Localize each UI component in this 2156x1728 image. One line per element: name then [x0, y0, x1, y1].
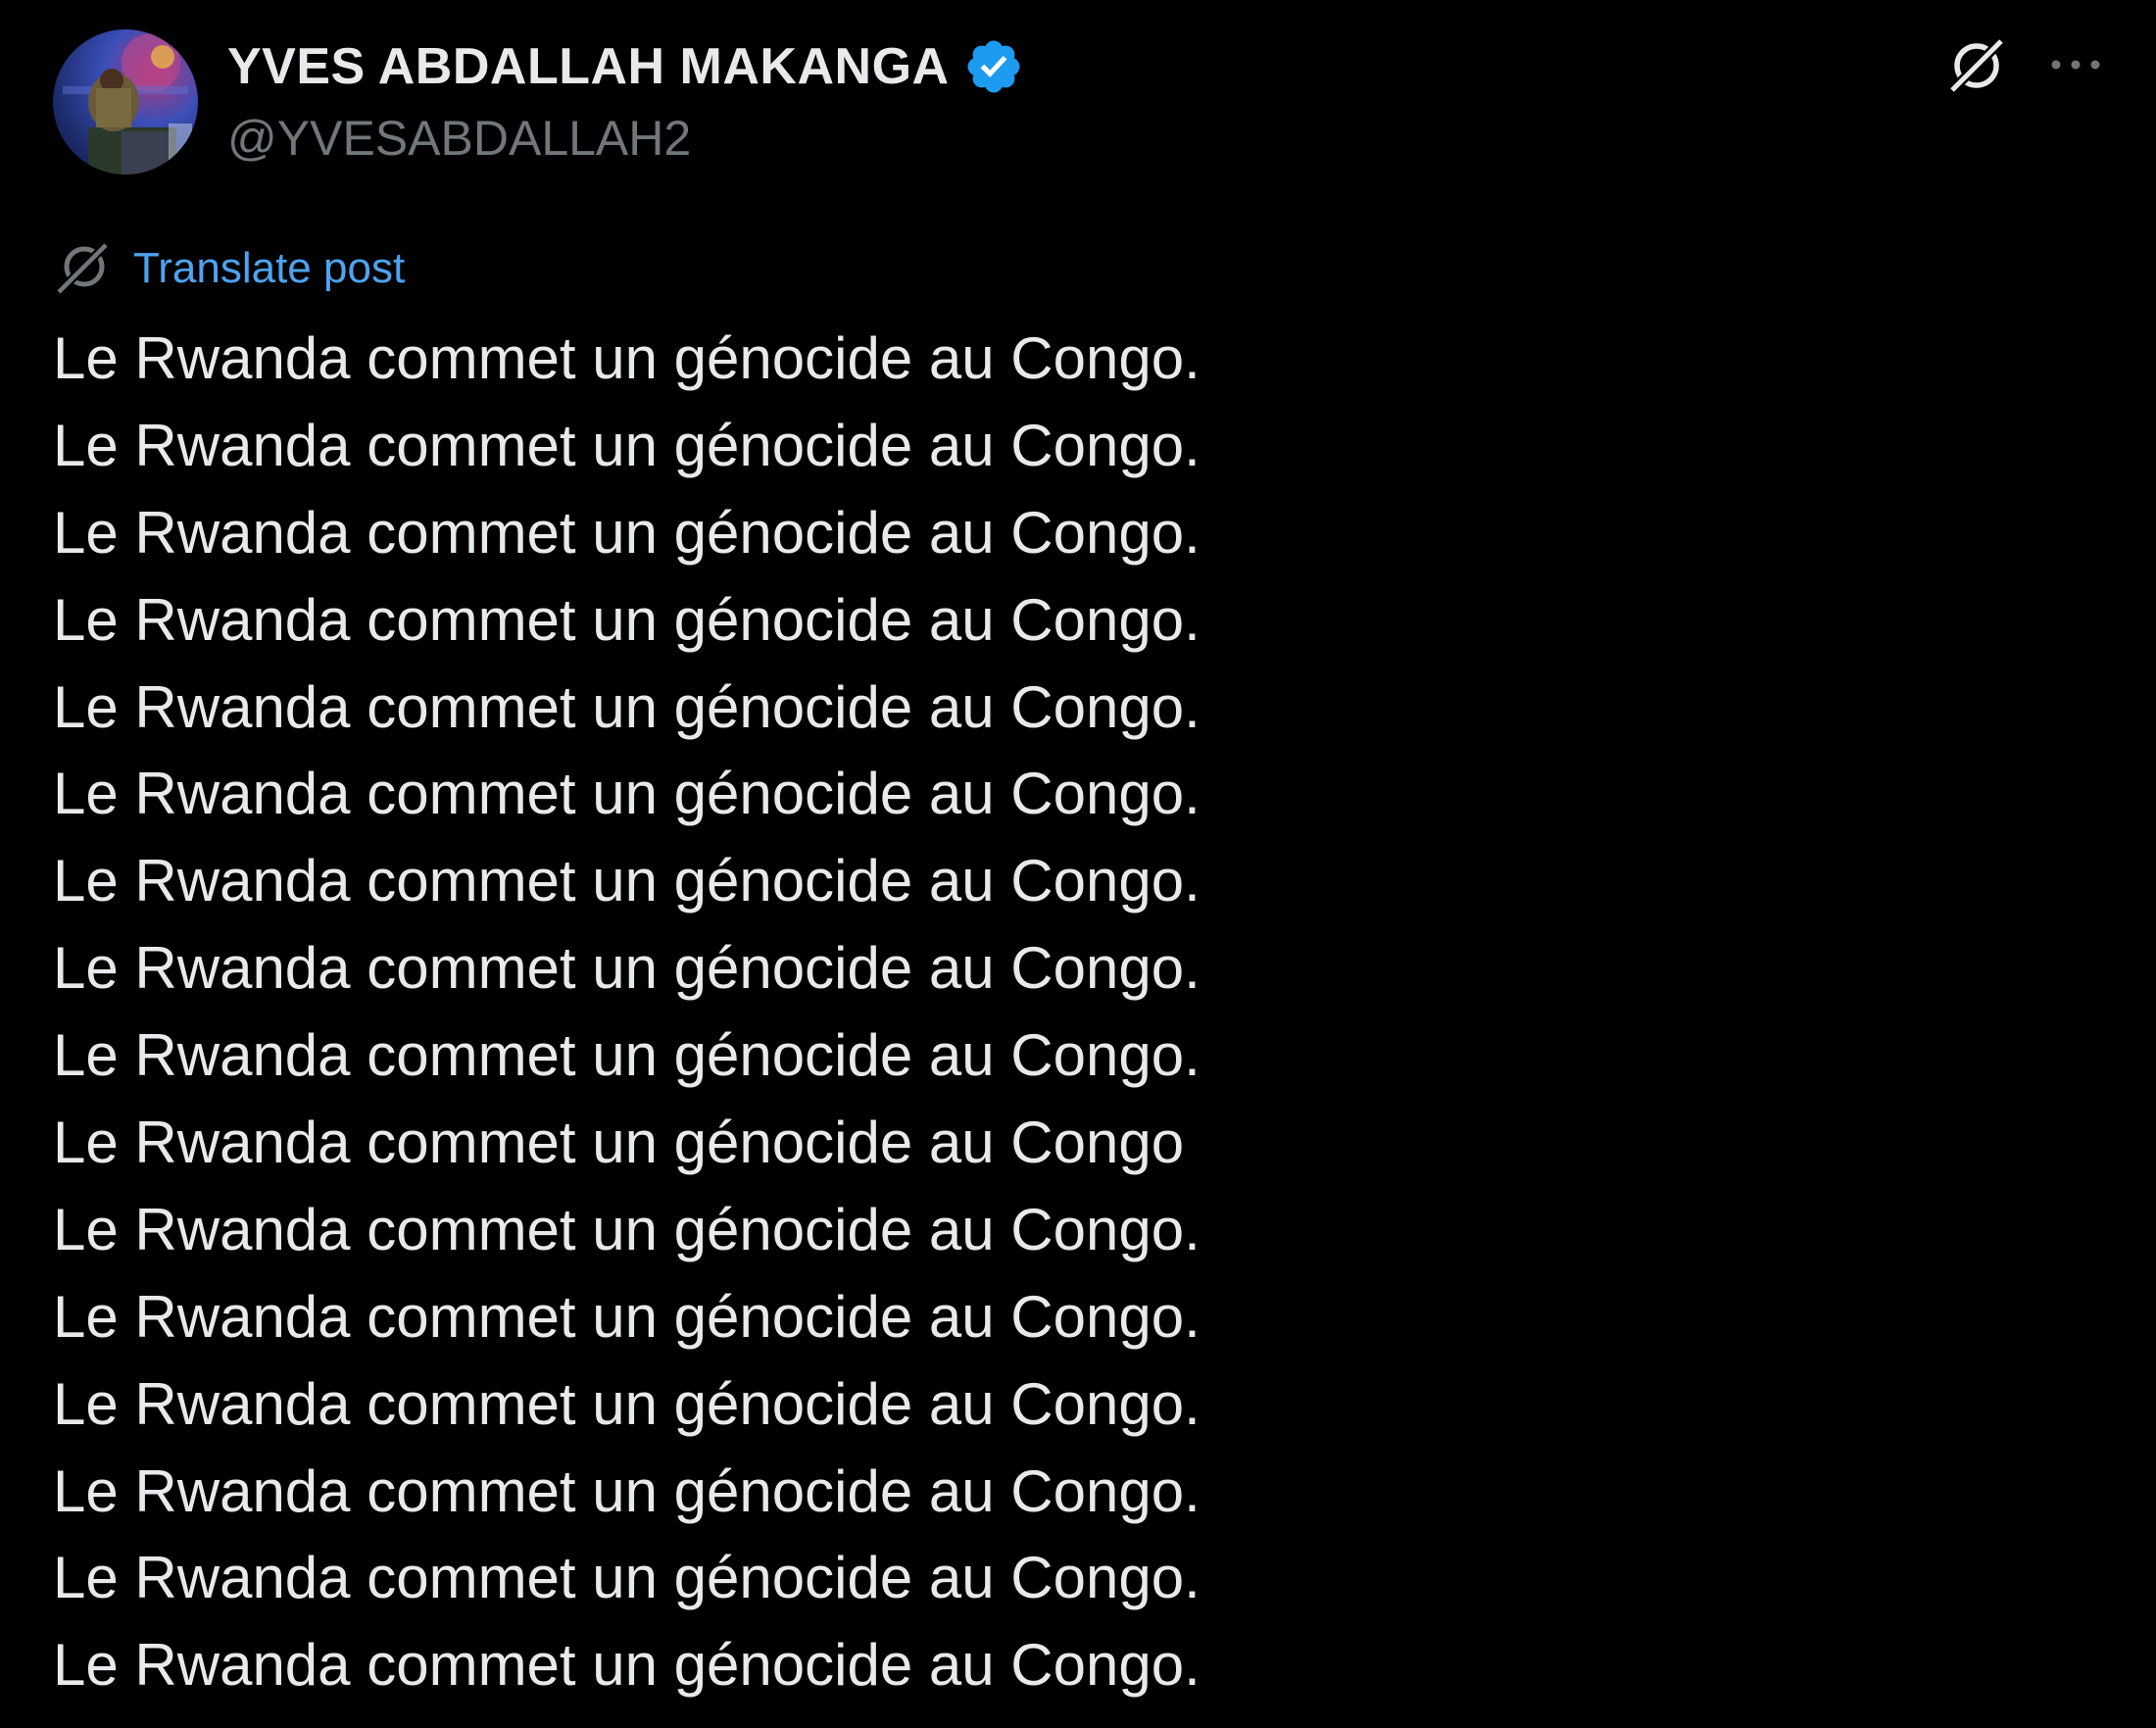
- author-handle[interactable]: @YVESABDALLAH2: [227, 110, 691, 167]
- post-text-line: Le Rwanda commet un génocide au Congo.: [53, 761, 1200, 827]
- translate-post-label[interactable]: Translate post: [133, 244, 405, 293]
- post-text-line: Le Rwanda commet un génocide au Congo.: [53, 325, 1200, 391]
- post-text: Le Rwanda commet un génocide au Congo. L…: [53, 316, 2111, 1728]
- author-display-name[interactable]: YVES ABDALLAH MAKANGA: [227, 37, 950, 96]
- post-text-line: Le Rwanda commet un génocide au Congo.: [53, 1196, 1200, 1262]
- post-text-line: Le Rwanda commet un génocide au Congo.: [53, 412, 1200, 478]
- grok-icon[interactable]: [1944, 33, 2009, 98]
- post-text-line: Le Rwanda commet un génocide au Congo.: [53, 1709, 2111, 1728]
- author-name-row[interactable]: YVES ABDALLAH MAKANGA: [227, 35, 1024, 98]
- post-text-line: Le Rwanda commet un génocide au Congo.: [53, 848, 1200, 914]
- verified-badge-icon[interactable]: [963, 36, 1024, 97]
- post-text-line: Le Rwanda commet un génocide au Congo.: [53, 499, 1200, 566]
- avatar[interactable]: [53, 29, 198, 174]
- post-text-line: Le Rwanda commet un génocide au Congo.: [53, 1632, 1200, 1699]
- post-text-line: Le Rwanda commet un génocide au Congo.: [53, 673, 1200, 740]
- avatar-photo: [63, 33, 192, 174]
- translate-post-link[interactable]: Translate post: [53, 239, 405, 298]
- grok-translate-icon: [53, 239, 112, 298]
- post-text-line: Le Rwanda commet un génocide au Congo.: [53, 935, 1200, 1002]
- post-text-line: Le Rwanda commet un génocide au Congo.: [53, 1457, 1200, 1524]
- post-text-line: Le Rwanda commet un génocide au Congo.: [53, 1022, 1200, 1089]
- post-text-line: Le Rwanda commet un génocide au Congo.: [53, 1370, 1200, 1437]
- post-text-line: Le Rwanda commet un génocide au Congo: [53, 1110, 1185, 1176]
- post-text-line: Le Rwanda commet un génocide au Congo.: [53, 586, 1200, 653]
- post-text-line: Le Rwanda commet un génocide au Congo.: [53, 1283, 1200, 1350]
- post-text-line: Le Rwanda commet un génocide au Congo.: [53, 1545, 1200, 1611]
- more-options-icon[interactable]: [2046, 51, 2105, 78]
